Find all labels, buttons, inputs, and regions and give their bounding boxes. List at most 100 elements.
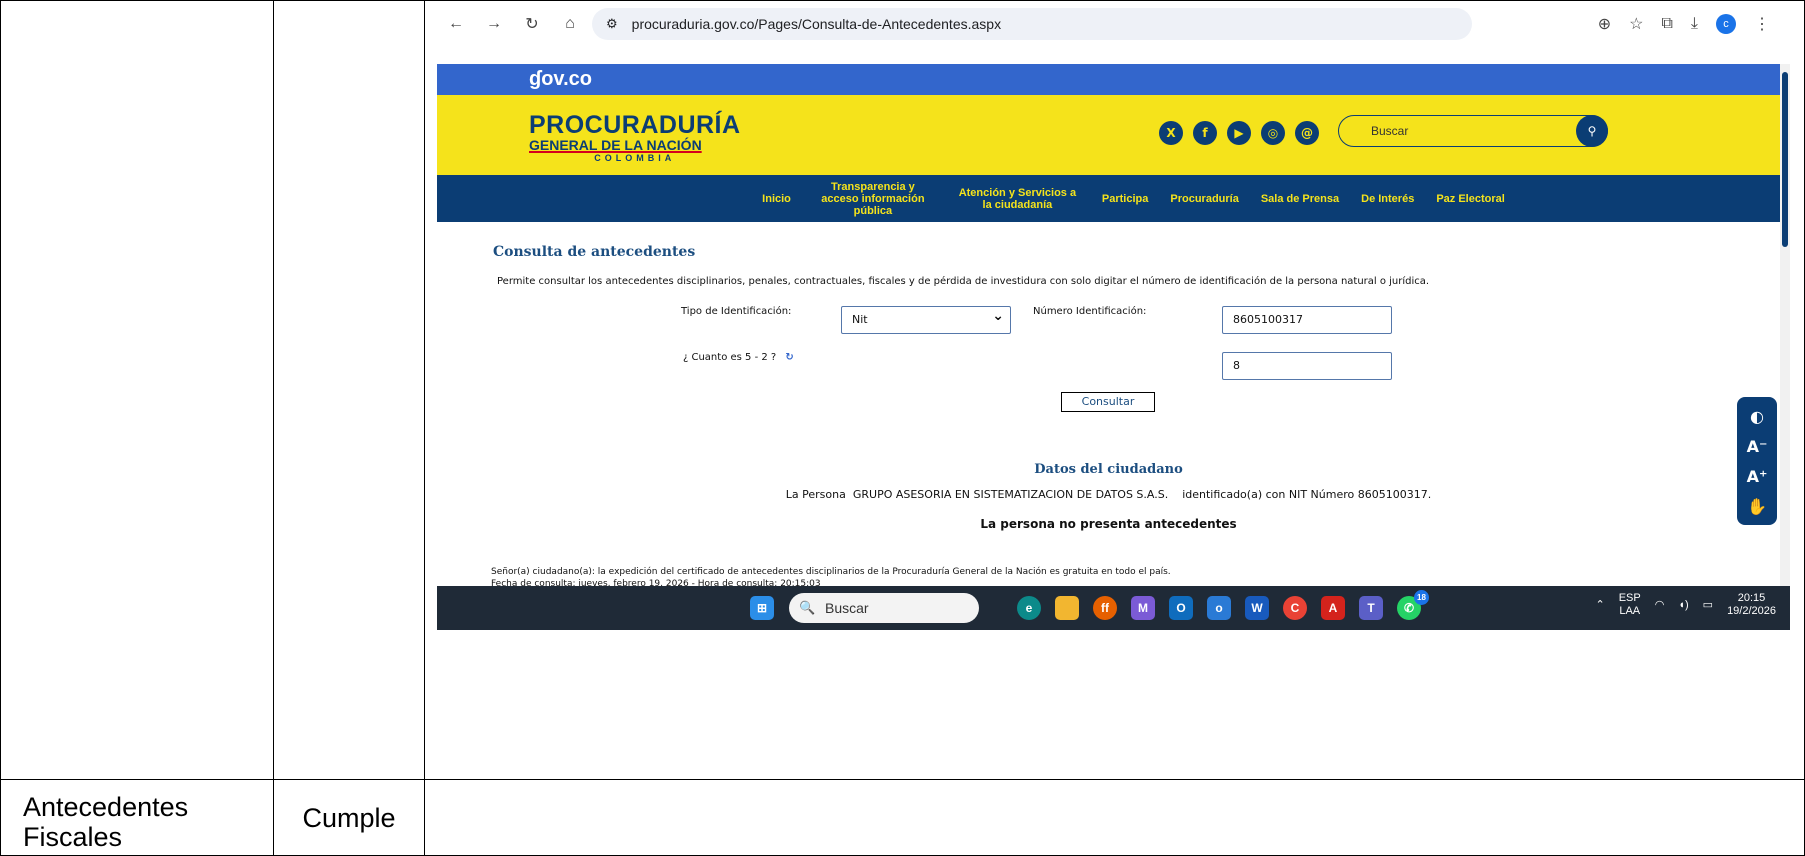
nav-participa[interactable]: Participa — [1102, 193, 1148, 205]
acrobat-icon[interactable]: A — [1321, 596, 1345, 620]
reload-icon[interactable]: ↻ — [513, 14, 551, 34]
youtube-icon[interactable]: ▶ — [1227, 121, 1251, 145]
m365-icon[interactable]: M — [1131, 596, 1155, 620]
site-search-placeholder: Buscar — [1371, 124, 1409, 138]
id-type-label: Tipo de Identificación: — [681, 306, 792, 317]
word-icon[interactable]: W — [1245, 596, 1269, 620]
address-bar[interactable]: ⚙ procuraduria.gov.co/Pages/Consulta-de-… — [592, 8, 1472, 40]
id-number-input[interactable]: 8605100317 — [1222, 306, 1392, 334]
outlook-icon[interactable]: O — [1169, 596, 1193, 620]
edge-icon[interactable]: e — [1017, 596, 1041, 620]
extensions-icon[interactable]: ⧉ — [1661, 15, 1672, 33]
table-cell-status: Cumple — [273, 779, 425, 856]
file-explorer-icon[interactable] — [1055, 596, 1079, 620]
procuraduria-logo[interactable]: PROCURADURÍA GENERAL DE LA NACIÓN COLOMB… — [529, 113, 741, 163]
nav-de-interes[interactable]: De Interés — [1361, 193, 1414, 205]
result-title: Datos del ciudadano — [1034, 462, 1183, 477]
battery-icon[interactable]: ▭ — [1703, 599, 1713, 612]
threads-icon[interactable]: @ — [1295, 121, 1319, 145]
volume-icon[interactable]: ◖) — [1678, 599, 1688, 612]
language-indicator[interactable]: ESP LAA — [1619, 592, 1641, 618]
back-icon[interactable]: ← — [437, 15, 475, 33]
date-text: 19/2/2026 — [1727, 605, 1776, 617]
logo-line2: GENERAL DE LA NACIÓN — [529, 137, 702, 153]
page-title: Consulta de antecedentes — [493, 244, 696, 260]
gov-co-logo[interactable]: ɠov.co — [529, 68, 592, 90]
wifi-icon[interactable]: ◠ — [1655, 599, 1665, 612]
chrome-icon[interactable]: C — [1283, 596, 1307, 620]
footer-line1: Señor(a) ciudadano(a): la expedición del… — [491, 567, 1171, 577]
accessibility-toolbar: ◐ A⁻ A⁺ ✋ — [1737, 397, 1777, 525]
whatsapp-badge: 18 — [1414, 590, 1429, 605]
captcha-question-text: ¿ Cuanto es 5 - 2 ? — [683, 352, 777, 363]
logo-line3: COLOMBIA — [594, 153, 676, 163]
region-text: LAA — [1619, 605, 1641, 617]
taskbar-pinned: e ff M O o W C A T ✆ 18 — [1017, 590, 1429, 620]
criterion-line2: Fiscales — [23, 822, 123, 852]
status-text: Cumple — [302, 802, 396, 833]
site-settings-icon[interactable]: ⚙ — [606, 16, 618, 32]
whatsapp-icon[interactable]: ✆ 18 — [1397, 590, 1429, 620]
x-icon[interactable]: X — [1159, 121, 1183, 145]
nav-sala-de-prensa[interactable]: Sala de Prensa — [1261, 193, 1339, 205]
instagram-icon[interactable]: ◎ — [1261, 121, 1285, 145]
nav-atencion[interactable]: Atención y Servicios a la ciudadanía — [955, 187, 1080, 211]
time-text: 20:15 — [1737, 592, 1766, 604]
facebook-icon[interactable]: f — [1193, 121, 1217, 145]
browser-actions: ⊕ ☆ ⧉ ⤓ c ⋮ — [1598, 4, 1790, 44]
download-icon[interactable]: ⤓ — [1691, 15, 1698, 33]
menu-kebab-icon[interactable]: ⋮ — [1754, 14, 1770, 34]
table-cell-evidence-empty — [424, 779, 1805, 856]
result-status: La persona no presenta antecedentes — [980, 517, 1237, 531]
url-text: procuraduria.gov.co/Pages/Consulta-de-An… — [631, 16, 1002, 32]
firefox-icon[interactable]: ff — [1093, 596, 1117, 620]
gov-co-bar: ɠov.co — [437, 64, 1780, 95]
profile-avatar[interactable]: c — [1716, 14, 1736, 34]
page-scrollbar[interactable] — [1780, 64, 1790, 586]
home-icon[interactable]: ⌂ — [551, 15, 589, 33]
nav-transparencia[interactable]: Transparencia y acceso información públi… — [813, 181, 933, 217]
clock[interactable]: 20:15 19/2/2026 — [1727, 592, 1776, 618]
forward-icon[interactable]: → — [475, 15, 513, 33]
contrast-icon[interactable]: ◐ — [1750, 407, 1764, 426]
nav-paz-electoral[interactable]: Paz Electoral — [1436, 193, 1504, 205]
table-cell-empty-left — [0, 0, 274, 780]
scrollbar-thumb[interactable] — [1782, 72, 1788, 247]
nav-procuraduria[interactable]: Procuraduría — [1170, 193, 1238, 205]
social-links: X f ▶ ◎ @ — [1159, 121, 1319, 145]
refresh-icon[interactable]: ↻ — [785, 352, 793, 363]
zoom-icon[interactable]: ⊕ — [1598, 14, 1611, 34]
page-description: Permite consultar los antecedentes disci… — [497, 276, 1430, 287]
windows-start-icon[interactable]: ⊞ — [750, 596, 774, 620]
id-type-select[interactable]: Nit — [841, 303, 1011, 334]
web-page: ɠov.co PROCURADURÍA GENERAL DE LA NACIÓN… — [437, 64, 1780, 674]
windows-taskbar: ⊞ Buscar e ff M O o W C A T ✆18 ⌃ ESPLAA… — [437, 586, 1790, 630]
site-search-input[interactable]: Buscar ⚲ — [1338, 115, 1608, 147]
increase-font-icon[interactable]: A⁺ — [1747, 467, 1768, 486]
decrease-font-icon[interactable]: A⁻ — [1747, 437, 1768, 456]
document-page: Antecedentes Fiscales Cumple ← → ↻ ⌂ ⚙ p… — [0, 0, 1805, 856]
taskbar-apps: ⊞ — [750, 596, 774, 620]
lang-text: ESP — [1618, 592, 1641, 604]
sign-language-icon[interactable]: ✋ — [1747, 497, 1767, 516]
bookmark-star-icon[interactable]: ☆ — [1629, 14, 1643, 34]
outlook-new-icon[interactable]: o — [1207, 596, 1231, 620]
site-header: PROCURADURÍA GENERAL DE LA NACIÓN COLOMB… — [437, 95, 1780, 175]
taskbar-search-placeholder: Buscar — [825, 600, 869, 616]
table-cell-empty-mid — [273, 0, 425, 780]
search-icon[interactable]: ⚲ — [1576, 115, 1608, 147]
result-person: La Persona GRUPO ASESORIA EN SISTEMATIZA… — [785, 488, 1432, 501]
logo-line1: PROCURADURÍA — [529, 111, 741, 139]
browser-toolbar: ← → ↻ ⌂ ⚙ procuraduria.gov.co/Pages/Cons… — [437, 4, 1790, 44]
captcha-answer-input[interactable]: 8 — [1222, 352, 1392, 380]
criterion-line1: Antecedentes — [23, 792, 189, 822]
teams-icon[interactable]: T — [1359, 596, 1383, 620]
nav-inicio[interactable]: Inicio — [762, 193, 791, 205]
table-cell-criterion: Antecedentes Fiscales — [0, 779, 274, 856]
taskbar-search[interactable]: Buscar — [789, 593, 979, 623]
consultar-button[interactable]: Consultar — [1061, 392, 1155, 412]
captcha-question: ¿ Cuanto es 5 - 2 ? ↻ — [683, 352, 794, 363]
chevron-up-icon[interactable]: ⌃ — [1596, 599, 1605, 612]
main-nav: Inicio Transparencia y acceso informació… — [437, 175, 1780, 222]
id-number-label: Número Identificación: — [1033, 306, 1147, 317]
